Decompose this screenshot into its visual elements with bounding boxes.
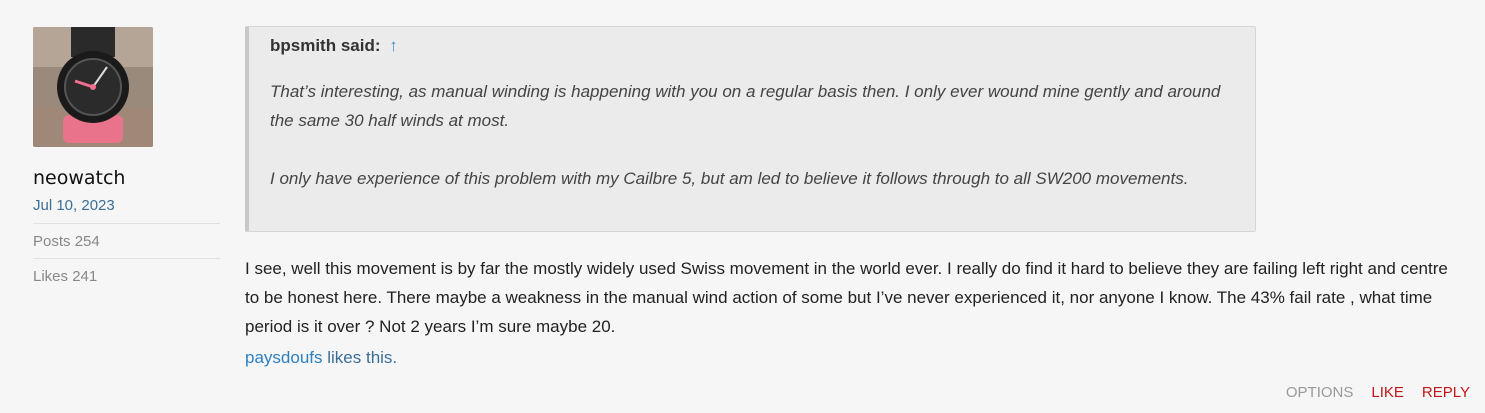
likes-text: likes this. <box>327 348 398 367</box>
divider <box>33 258 220 259</box>
quote-block: bpsmith said: ↑ That’s interesting, as m… <box>245 26 1256 232</box>
likes-label: Likes <box>33 268 69 285</box>
likes-summary: paysdoufs likes this. <box>245 348 397 368</box>
liker-link[interactable]: paysdoufs <box>245 348 323 367</box>
quote-attribution: bpsmith said: ↑ <box>270 36 398 56</box>
quote-paragraph: I only have experience of this problem w… <box>270 169 1189 188</box>
post-actions: OPTIONS LIKE REPLY <box>1286 384 1470 401</box>
avatar[interactable] <box>33 27 153 147</box>
posts-stat: Posts 254 <box>33 233 100 250</box>
options-button[interactable]: OPTIONS <box>1286 384 1354 401</box>
posts-count: 254 <box>74 233 100 250</box>
avatar-watch-image <box>33 27 153 147</box>
like-button[interactable]: LIKE <box>1371 384 1404 401</box>
quote-author: bpsmith said: <box>270 36 381 55</box>
reply-button[interactable]: REPLY <box>1422 384 1470 401</box>
message-body: I see, well this movement is by far the … <box>245 259 1448 336</box>
likes-count: 241 <box>72 268 98 285</box>
likes-stat: Likes 241 <box>33 268 97 285</box>
quote-text: That’s interesting, as manual winding is… <box>270 77 1240 222</box>
username[interactable]: neowatch <box>33 167 125 189</box>
posts-label: Posts <box>33 233 71 250</box>
jump-to-quote-icon[interactable]: ↑ <box>389 36 398 55</box>
join-date: Jul 10, 2023 <box>33 197 115 214</box>
quote-paragraph: That’s interesting, as manual winding is… <box>270 82 1221 130</box>
divider <box>33 223 220 224</box>
